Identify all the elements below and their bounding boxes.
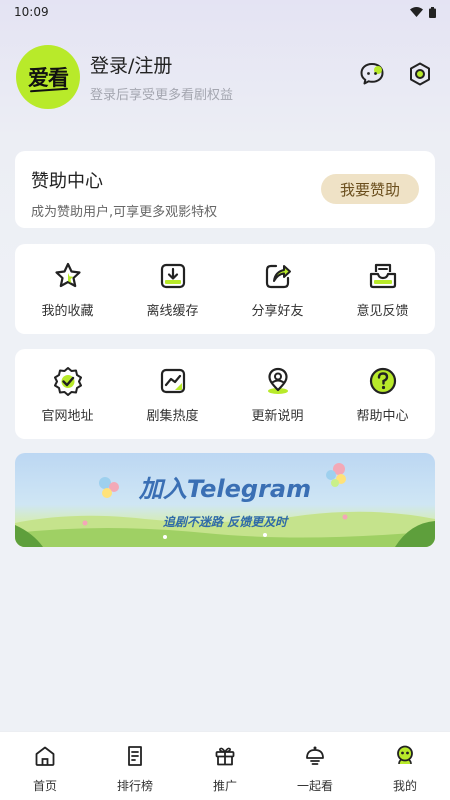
profile-text: 登录/注册 登录后享受更多看剧权益 [90,51,233,103]
help-center-label: 帮助中心 [356,409,409,424]
tab-promote[interactable]: 推广 [180,732,270,800]
favorites-button[interactable]: 我的收藏 [15,244,120,334]
favorites-label: 我的收藏 [41,304,94,319]
star-icon [54,262,81,288]
tab-mine[interactable]: 我的 [360,732,450,800]
tab-ranking-label: 排行榜 [116,779,153,793]
share-friends-label: 分享好友 [251,304,304,319]
message-button[interactable] [358,60,386,88]
telegram-banner[interactable]: 加入Telegram 追剧不迷路 反馈更及时 [15,453,435,547]
chat-bubble-icon [360,63,384,85]
share-icon [265,264,291,289]
sponsor-button[interactable]: 我要赞助 [321,174,419,204]
feature-grid-2: 官网地址 剧集热度 更新说明 帮助中心 [15,349,435,439]
tab-watch-together[interactable]: 一起看 [270,732,360,800]
settings-button[interactable] [406,60,434,88]
offline-cache-button[interactable]: 离线缓存 [120,244,225,334]
tab-mine-label: 我的 [392,779,417,793]
share-friends-button[interactable]: 分享好友 [225,244,330,334]
avatar[interactable]: 爱看 [16,45,80,109]
bottom-tab-bar: 首页 排行榜 推广 一起看 我的 [0,731,450,800]
official-site-label: 官网地址 [41,409,94,424]
gift-icon [215,747,235,766]
ranking-icon [128,746,142,766]
update-notes-button[interactable]: 更新说明 [225,349,330,439]
location-pin-icon [267,367,288,394]
login-register-link[interactable]: 登录/注册 [90,51,233,78]
trend-chart-icon [160,368,185,394]
status-bar: 10:09 [0,0,450,24]
update-notes-label: 更新说明 [251,409,304,424]
tab-promote-label: 推广 [212,779,237,793]
home-icon [35,746,55,766]
battery-icon [429,6,436,18]
feedback-button[interactable]: 意见反馈 [330,244,435,334]
download-icon [160,263,185,289]
help-center-button[interactable]: 帮助中心 [330,349,435,439]
profile-face-icon [397,745,413,765]
banner-title: 加入Telegram [138,475,312,503]
tab-watch-together-label: 一起看 [296,779,333,793]
feature-grid-1: 我的收藏 离线缓存 分享好友 意见反馈 [15,244,435,334]
profile-header: 爱看 登录/注册 登录后享受更多看剧权益 [16,44,434,110]
inbox-icon [369,263,396,289]
tab-home-label: 首页 [32,779,57,793]
official-site-button[interactable]: 官网地址 [15,349,120,439]
top-actions [358,60,434,88]
offline-cache-label: 离线缓存 [146,304,199,319]
banner-subtitle: 追剧不迷路 反馈更及时 [162,515,288,529]
verified-badge-icon [53,367,82,396]
question-icon [369,367,396,395]
drama-popularity-button[interactable]: 剧集热度 [120,349,225,439]
drama-popularity-label: 剧集热度 [146,409,199,424]
wifi-icon [410,7,423,17]
status-icons [410,6,436,18]
hexagon-settings-icon [410,62,430,86]
watch-together-icon [306,746,324,765]
feedback-label: 意见反馈 [356,304,409,319]
login-benefits-text: 登录后享受更多看剧权益 [90,88,234,103]
status-time: 10:09 [14,5,49,19]
tab-ranking[interactable]: 排行榜 [90,732,180,800]
sponsor-card[interactable]: 赞助中心 成为赞助用户,可享更多观影特权 我要赞助 [15,151,435,228]
tab-home[interactable]: 首页 [0,732,90,800]
